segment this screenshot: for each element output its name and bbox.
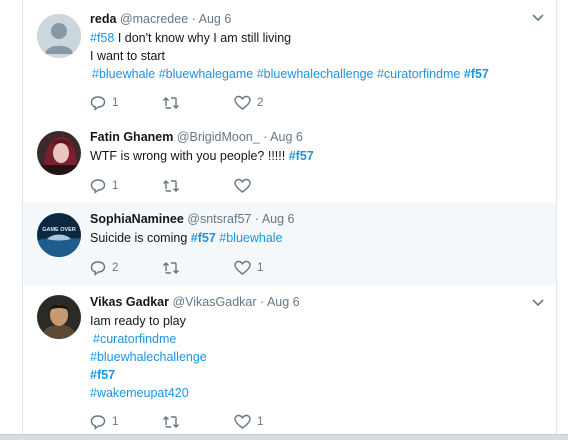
like-icon	[234, 95, 251, 110]
avatar[interactable]: GAME OVER	[37, 213, 81, 257]
hashtag-link[interactable]: #bluewhalechallenge	[257, 67, 374, 81]
display-name[interactable]: reda	[90, 12, 116, 26]
tweet-actions: 1 2	[90, 94, 306, 112]
like-icon	[234, 414, 251, 429]
separator: ·	[191, 12, 196, 26]
reply-button[interactable]: 1	[90, 413, 162, 431]
reply-icon	[90, 261, 106, 276]
display-name[interactable]: Fatin Ghanem	[90, 130, 173, 144]
like-button[interactable]: 2	[234, 94, 306, 112]
tweet-header: SophiaNaminee @sntsraf57 · Aug 6	[90, 211, 546, 227]
user-handle[interactable]: @macredee	[120, 12, 188, 26]
separator: ·	[263, 130, 268, 144]
hashtag-link[interactable]: #bluewhalechallenge	[90, 350, 207, 364]
separator: ·	[260, 295, 265, 309]
hashtag-link[interactable]: #f57	[191, 231, 216, 245]
retweet-icon	[163, 97, 179, 109]
tweet-header: reda @macredee · Aug 6	[90, 11, 546, 27]
tweet-text-segment: WTF is wrong with you people? !!!!!	[90, 149, 289, 163]
retweet-button[interactable]	[162, 259, 234, 277]
tweet-item[interactable]: reda @macredee · Aug 6 #f58 I don't know…	[23, 0, 556, 121]
tweet-date[interactable]: Aug 6	[267, 295, 300, 309]
hashtag-link[interactable]: #f58	[90, 31, 114, 45]
avatar-text: GAME OVER	[42, 227, 76, 233]
hashtag-link[interactable]: #bluewhale	[219, 231, 282, 245]
caret-down-icon[interactable]	[532, 299, 544, 307]
retweet-icon	[163, 180, 179, 192]
hashtag-link[interactable]: #curatorfindme	[377, 67, 460, 81]
default-avatar-icon[interactable]	[37, 14, 81, 58]
user-handle[interactable]: @BrigidMoon_	[177, 130, 260, 144]
tweet-text: Iam ready to play #curatorfindme #bluewh…	[90, 312, 546, 402]
tweet-text-segment: Iam ready to play	[90, 314, 186, 328]
tweet-header: Fatin Ghanem @BrigidMoon_ · Aug 6	[90, 129, 546, 145]
reply-icon	[90, 179, 106, 194]
hashtag-link[interactable]: #f57	[90, 368, 115, 382]
tweet-actions: 1 1	[90, 413, 306, 431]
window-bottom-edge	[0, 434, 568, 440]
reply-button[interactable]: 1	[90, 177, 162, 195]
user-handle[interactable]: @VikasGadkar	[172, 295, 256, 309]
like-count: 1	[257, 262, 264, 274]
display-name[interactable]: Vikas Gadkar	[90, 295, 169, 309]
retweet-button[interactable]	[162, 94, 234, 112]
reply-count: 1	[112, 97, 119, 109]
retweet-icon	[163, 262, 179, 274]
tweet-date[interactable]: Aug 6	[262, 212, 295, 226]
reply-count: 1	[112, 180, 119, 192]
like-icon	[234, 260, 251, 275]
reply-icon	[90, 415, 106, 430]
tweet-text: Suicide is coming #f57 #bluewhale	[90, 229, 546, 247]
like-count: 2	[257, 97, 264, 109]
reply-icon	[90, 96, 106, 111]
tweet-item[interactable]: Fatin Ghanem @BrigidMoon_ · Aug 6 WTF is…	[23, 120, 556, 203]
retweet-button[interactable]	[162, 177, 234, 195]
hashtag-link[interactable]: #f57	[289, 149, 314, 163]
tweet-text-segment: I don't know why I am still living	[114, 31, 292, 45]
like-button[interactable]: 1	[234, 413, 306, 431]
hashtag-link[interactable]: #curatorfindme	[93, 332, 176, 346]
retweet-button[interactable]	[162, 413, 234, 431]
tweet-actions: 1	[90, 177, 306, 195]
user-handle[interactable]: @sntsraf57	[187, 212, 251, 226]
avatar[interactable]	[37, 131, 81, 175]
display-name[interactable]: SophiaNaminee	[90, 212, 184, 226]
separator: ·	[254, 212, 260, 226]
tweet-actions: 2 1	[90, 259, 306, 277]
hashtag-link[interactable]: #f57	[464, 67, 489, 81]
retweet-icon	[163, 416, 179, 428]
tweet-text: #f58 I don't know why I am still living …	[90, 29, 546, 83]
like-button[interactable]	[234, 177, 306, 195]
hashtag-link[interactable]: #bluewhale	[92, 67, 155, 81]
reply-count: 1	[112, 416, 119, 428]
caret-down-icon[interactable]	[532, 14, 544, 22]
like-button[interactable]: 1	[234, 259, 306, 277]
like-icon	[234, 178, 251, 193]
tweet-item[interactable]: GAME OVER SophiaNaminee @sntsraf57 · Aug…	[23, 202, 556, 286]
tweet-item[interactable]: Vikas Gadkar @VikasGadkar · Aug 6 Iam re…	[23, 285, 556, 434]
tweet-date[interactable]: Aug 6	[199, 12, 232, 26]
reply-count: 2	[112, 262, 119, 274]
reply-button[interactable]: 2	[90, 259, 162, 277]
tweet-text-segment: Suicide is coming	[90, 231, 191, 245]
reply-button[interactable]: 1	[90, 94, 162, 112]
tweet-feed: reda @macredee · Aug 6 #f58 I don't know…	[22, 0, 557, 439]
tweet-header: Vikas Gadkar @VikasGadkar · Aug 6	[90, 294, 546, 310]
tweet-date[interactable]: Aug 6	[270, 130, 303, 144]
tweet-text: WTF is wrong with you people? !!!!! #f57	[90, 147, 546, 165]
like-count: 1	[257, 416, 264, 428]
tweet-text-segment: I want to start	[90, 49, 166, 63]
hashtag-link[interactable]: #wakemeupat420	[90, 386, 189, 400]
avatar[interactable]	[37, 295, 81, 339]
hashtag-link[interactable]: #bluewhalegame	[159, 67, 254, 81]
